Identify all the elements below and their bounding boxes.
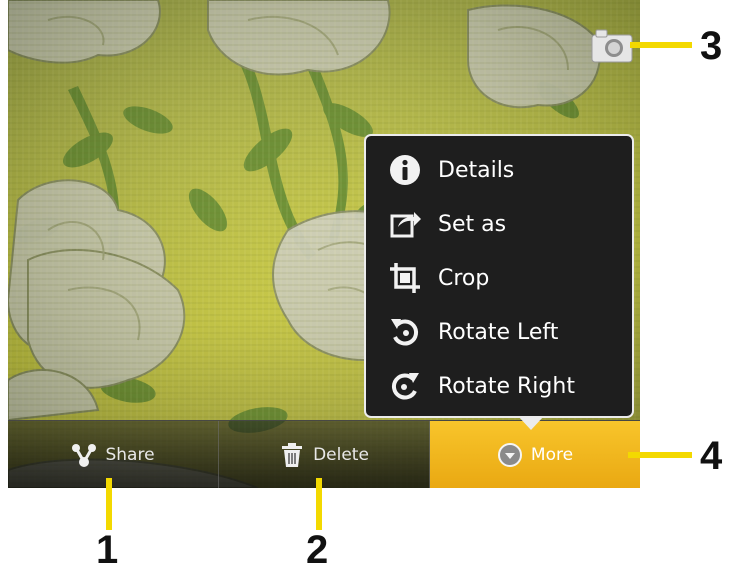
chevron-down-circle-icon	[497, 442, 523, 468]
more-button[interactable]: More	[430, 421, 640, 488]
share-label: Share	[105, 445, 155, 465]
menu-item-label: Crop	[438, 265, 490, 291]
callout-number-3: 3	[700, 24, 723, 68]
callout-number-1: 1	[96, 528, 119, 572]
share-button[interactable]: Share	[8, 421, 219, 488]
menu-item-details[interactable]: Details	[388, 150, 514, 190]
delete-label: Delete	[313, 445, 369, 465]
menu-item-set-as[interactable]: Set as	[388, 204, 506, 244]
rotate-left-icon	[388, 315, 422, 349]
rotate-right-icon	[388, 369, 422, 403]
trash-icon	[279, 442, 305, 468]
callout-line-1	[106, 478, 112, 530]
menu-item-label: Set as	[438, 211, 507, 237]
menu-item-label: Rotate Left	[438, 319, 559, 345]
share-icon	[71, 442, 97, 468]
action-bar: Share Delete More	[8, 420, 640, 488]
menu-item-rotate-left[interactable]: Rotate Left	[388, 312, 558, 352]
menu-item-label: Rotate Right	[438, 373, 575, 399]
crop-icon	[388, 261, 422, 295]
menu-item-label: Details	[438, 157, 515, 183]
callout-line-4	[628, 452, 692, 458]
camera-button[interactable]	[590, 26, 634, 64]
callout-number-2: 2	[306, 528, 329, 572]
callout-line-2	[316, 478, 322, 530]
menu-item-crop[interactable]: Crop	[388, 258, 489, 298]
more-menu: Details Set as Crop Rotate Left Rotate R…	[364, 134, 634, 418]
set-as-icon	[388, 207, 422, 241]
callout-number-4: 4	[700, 434, 723, 478]
camera-icon	[591, 29, 633, 63]
menu-item-rotate-right[interactable]: Rotate Right	[388, 366, 575, 406]
info-icon	[388, 153, 422, 187]
delete-button[interactable]: Delete	[219, 421, 430, 488]
callout-line-3	[630, 42, 692, 48]
menu-pointer	[518, 416, 544, 430]
more-label: More	[530, 445, 574, 465]
